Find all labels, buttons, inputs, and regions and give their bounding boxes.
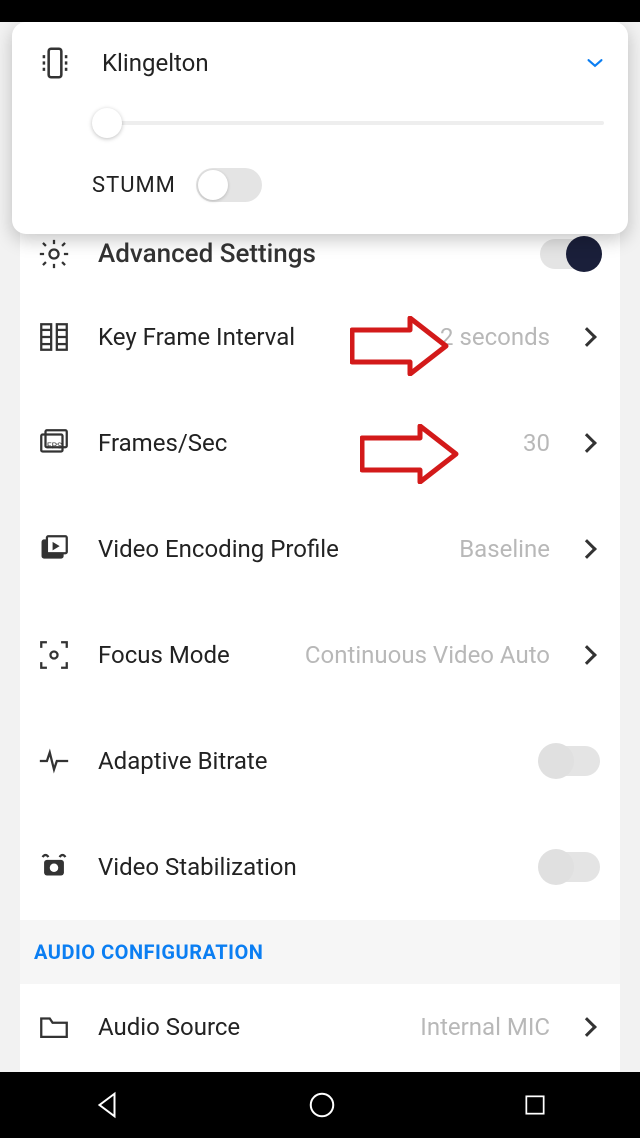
vibrate-icon — [36, 44, 74, 82]
android-nav-bar — [0, 1072, 640, 1138]
status-bar — [0, 0, 640, 22]
stabilization-icon — [37, 850, 71, 884]
focus-icon — [37, 638, 71, 672]
slider-thumb[interactable] — [92, 108, 122, 138]
vep-label: Video Encoding Profile — [98, 535, 435, 563]
vep-value: Baseline — [459, 535, 550, 563]
row-audio-source[interactable]: Audio Source Internal MIC — [20, 984, 620, 1070]
vstab-label: Video Stabilization — [98, 853, 516, 881]
focus-value: Continuous Video Auto — [305, 641, 550, 669]
nav-back-icon[interactable] — [92, 1090, 122, 1120]
kfi-value: 2 seconds — [440, 323, 550, 351]
video-profile-icon — [37, 532, 71, 566]
audio-section-header: AUDIO CONFIGURATION — [20, 920, 620, 984]
chevron-down-icon[interactable] — [586, 58, 604, 68]
mute-toggle[interactable] — [196, 168, 262, 202]
annotation-arrow-kfi — [350, 316, 450, 380]
focus-label: Focus Mode — [98, 641, 281, 669]
film-strip-icon — [37, 320, 71, 354]
row-video-stabilization[interactable]: Video Stabilization — [20, 814, 620, 920]
nav-recent-icon[interactable] — [522, 1092, 548, 1118]
fps-value: 30 — [523, 429, 550, 457]
chevron-right-icon — [577, 327, 597, 347]
slider-track — [92, 121, 604, 125]
asrc-value: Internal MIC — [420, 1013, 550, 1041]
row-key-frame-interval[interactable]: Key Frame Interval 2 seconds — [20, 284, 620, 390]
pulse-icon — [37, 744, 71, 778]
advanced-toggle[interactable] — [540, 239, 600, 269]
folder-icon — [37, 1010, 71, 1044]
chevron-right-icon — [577, 539, 597, 559]
fps-icon: FPS — [37, 426, 71, 460]
advanced-label: Advanced Settings — [98, 239, 516, 269]
asrc-label: Audio Source — [98, 1013, 396, 1041]
gear-icon — [37, 237, 71, 271]
chevron-right-icon — [577, 1017, 597, 1037]
vstab-toggle[interactable] — [540, 852, 600, 882]
mute-label: STUMM — [92, 173, 176, 198]
row-focus-mode[interactable]: Focus Mode Continuous Video Auto — [20, 602, 620, 708]
row-frames-per-sec[interactable]: FPS Frames/Sec 30 — [20, 390, 620, 496]
row-video-encoding-profile[interactable]: Video Encoding Profile Baseline — [20, 496, 620, 602]
ringer-overlay: Klingelton STUMM — [12, 22, 628, 234]
abr-toggle[interactable] — [540, 746, 600, 776]
svg-text:FPS: FPS — [47, 442, 62, 452]
chevron-right-icon — [577, 645, 597, 665]
chevron-right-icon — [577, 433, 597, 453]
annotation-arrow-fps — [360, 424, 460, 488]
nav-home-icon[interactable] — [307, 1090, 337, 1120]
row-adaptive-bitrate[interactable]: Adaptive Bitrate — [20, 708, 620, 814]
ringer-slider[interactable] — [92, 108, 604, 138]
overlay-title: Klingelton — [102, 49, 558, 77]
abr-label: Adaptive Bitrate — [98, 747, 516, 775]
